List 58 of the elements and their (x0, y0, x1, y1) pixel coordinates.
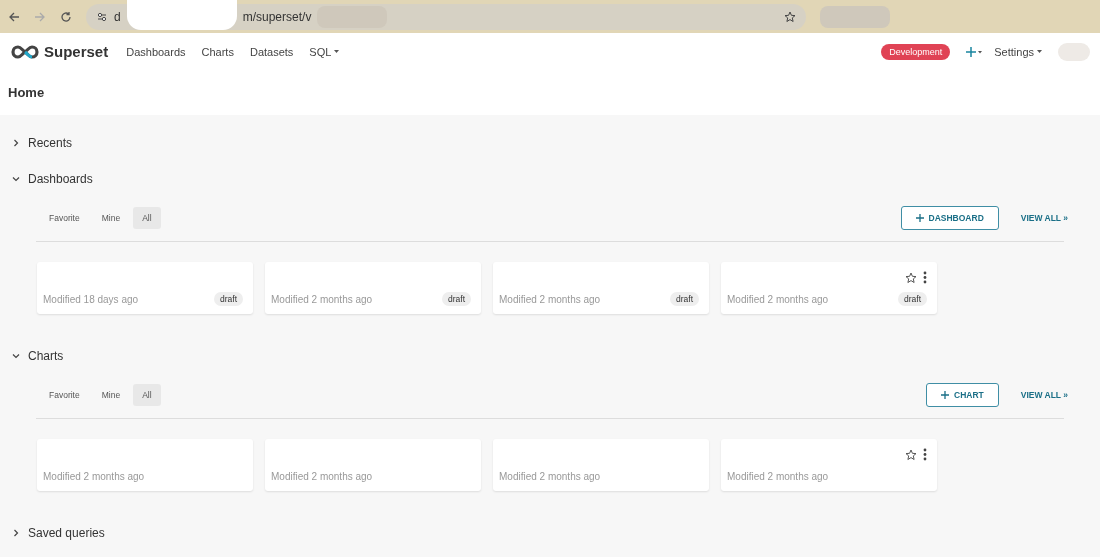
add-button[interactable]: CHART (926, 383, 999, 407)
nav-link[interactable]: Charts (193, 45, 242, 58)
chevron-icon (12, 139, 20, 147)
settings-menu[interactable]: Settings (986, 45, 1050, 58)
section-header[interactable]: Charts (8, 338, 68, 374)
filter-tab[interactable]: All (133, 384, 161, 406)
status-tag: draft (442, 292, 471, 306)
card[interactable]: Modified 2 months ago draft (265, 262, 481, 314)
url-text: d (114, 9, 121, 24)
section-header[interactable]: Saved queries (8, 515, 109, 551)
reload-icon[interactable] (60, 10, 72, 23)
modified-text: Modified 2 months ago (727, 471, 829, 482)
brand-name: Superset (44, 43, 109, 60)
page-title: Home (8, 85, 45, 100)
section-header[interactable]: Dashboards (8, 161, 97, 197)
more-icon[interactable] (923, 448, 927, 461)
star-icon[interactable] (905, 271, 917, 284)
site-settings-icon[interactable] (96, 10, 108, 23)
view-all-link[interactable]: VIEW ALL » (1020, 213, 1068, 223)
plus-icon (941, 391, 950, 399)
environment-badge: Development (881, 43, 951, 60)
filter-tab[interactable]: Favorite (40, 384, 89, 406)
status-tag: draft (898, 292, 927, 306)
address-bar[interactable]: d m/superset/v (86, 3, 806, 30)
nav-link[interactable]: Dashboards (118, 45, 194, 58)
bookmark-star-icon[interactable] (784, 10, 796, 23)
status-tag: draft (670, 292, 699, 306)
view-all-link[interactable]: VIEW ALL » (1020, 390, 1068, 400)
logo-icon (10, 44, 40, 59)
nav-link[interactable]: Datasets (241, 45, 302, 58)
modified-text: Modified 2 months ago (499, 471, 601, 482)
filter-tab[interactable]: Favorite (40, 207, 89, 229)
star-icon[interactable] (905, 448, 917, 461)
modified-text: Modified 2 months ago (271, 294, 373, 305)
card[interactable]: Modified 2 months ago draft (493, 262, 709, 314)
chevron-icon (12, 529, 20, 537)
back-icon[interactable] (8, 10, 20, 23)
add-button[interactable]: DASHBOARD (900, 206, 999, 230)
url-text: m/superset/v (242, 9, 312, 24)
status-tag: draft (214, 292, 243, 306)
modified-text: Modified 2 months ago (499, 294, 601, 305)
more-icon[interactable] (923, 271, 927, 284)
section-header[interactable]: Recents (8, 125, 77, 161)
chevron-icon (12, 175, 20, 183)
filter-tab[interactable]: Mine (92, 384, 130, 406)
plus-icon (966, 46, 983, 57)
filter-tab[interactable]: All (133, 207, 161, 229)
modified-text: Modified 2 months ago (727, 294, 829, 305)
modified-text: Modified 2 months ago (43, 471, 145, 482)
filter-tab[interactable]: Mine (92, 207, 130, 229)
modified-text: Modified 18 days ago (43, 294, 139, 305)
modified-text: Modified 2 months ago (271, 471, 373, 482)
nav-link[interactable]: SQL (301, 45, 348, 58)
chevron-icon (12, 352, 20, 360)
caret-icon (1037, 50, 1042, 53)
card[interactable]: Modified 18 days ago draft (37, 262, 253, 314)
plus-icon (915, 214, 924, 222)
card[interactable]: Modified 2 months ago draft (721, 262, 937, 314)
